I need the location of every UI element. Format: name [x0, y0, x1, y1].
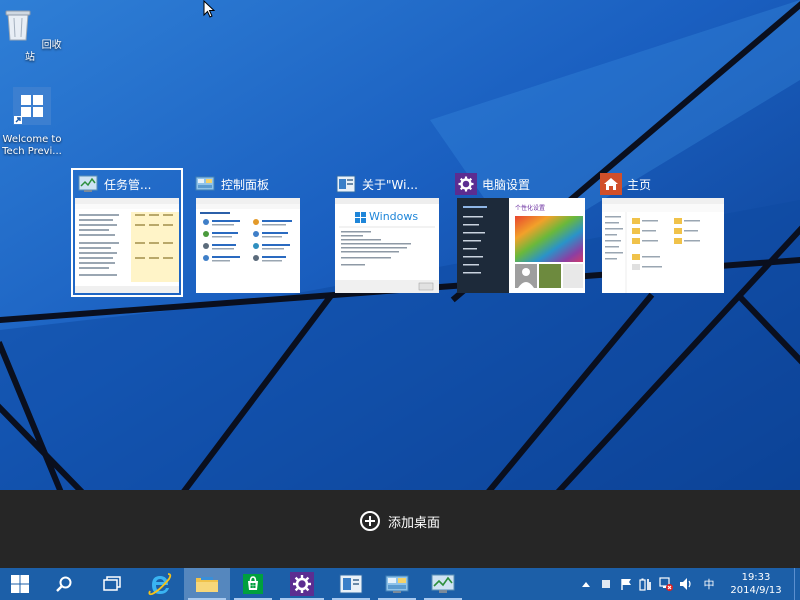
window-title-bar: 控制面板 — [194, 172, 269, 196]
windows-logo-icon — [11, 575, 29, 593]
search-button[interactable] — [40, 568, 88, 600]
taskbar: 中 19:33 2014/9/13 — [0, 568, 800, 600]
winver-button[interactable] — [328, 568, 374, 600]
task-manager-icon — [77, 173, 99, 195]
task-view-icon — [103, 576, 121, 591]
flag-icon — [621, 579, 631, 590]
window-title-bar: 关于"Wi... — [335, 172, 418, 196]
input-method-indicator[interactable]: 中 — [696, 568, 722, 600]
window-title-bar: 主页 — [600, 172, 651, 196]
desktop-icon-welcome[interactable]: Welcome to Tech Previ... — [0, 86, 64, 158]
window-title: 电脑设置 — [482, 177, 531, 192]
chevron-up-icon — [582, 582, 590, 587]
internet-explorer-button[interactable] — [136, 568, 184, 600]
show-desktop-button[interactable] — [794, 568, 800, 600]
gear-icon — [455, 173, 477, 195]
control-panel-icon — [194, 173, 216, 195]
action-center-icon[interactable] — [616, 568, 636, 600]
volume-icon[interactable] — [676, 568, 696, 600]
windows-logo-icon — [13, 87, 51, 125]
winver-icon — [335, 173, 357, 195]
task-manager-button[interactable] — [420, 568, 466, 600]
search-icon — [56, 576, 72, 592]
home-icon — [600, 173, 622, 195]
window-title-bar: 电脑设置 — [455, 172, 530, 196]
window-title: 控制面板 — [221, 177, 270, 192]
task-view-button[interactable] — [88, 568, 136, 600]
recycle-bin-icon — [5, 10, 31, 41]
file-explorer-button[interactable] — [184, 568, 230, 600]
tray-app-icon[interactable] — [596, 568, 616, 600]
square-icon — [602, 580, 610, 588]
store-icon — [243, 574, 263, 594]
window-preview — [75, 198, 179, 293]
virtual-desktop-bar: 添加桌面 — [0, 490, 800, 568]
gear-icon — [290, 572, 314, 596]
plus-icon — [360, 511, 380, 531]
system-tray: 中 19:33 2014/9/13 — [576, 568, 800, 600]
clock-time: 19:33 — [741, 572, 771, 583]
network-error-icon — [659, 577, 673, 591]
add-desktop-label: 添加桌面 — [388, 515, 441, 531]
battery-icon — [639, 578, 651, 591]
folder-icon — [196, 577, 218, 592]
window-title: 关于"Wi... — [362, 177, 418, 192]
task-view-window-about-windows[interactable]: 关于"Wi... Windows — [331, 168, 443, 297]
show-hidden-icons-button[interactable] — [576, 568, 596, 600]
power-icon[interactable] — [636, 568, 656, 600]
network-icon[interactable] — [656, 568, 676, 600]
clock-date: 2014/9/13 — [730, 585, 782, 596]
task-view-window-pc-settings[interactable]: 电脑设置 个性化设置 — [453, 168, 585, 297]
window-preview: 个性化设置 — [457, 198, 585, 293]
desktop-icon-label: Welcome to Tech Previ... — [2, 134, 62, 157]
window-title: 主页 — [627, 177, 652, 192]
add-desktop-button[interactable]: 添加桌面 — [360, 510, 440, 532]
task-view-window-home[interactable]: 主页 — [598, 168, 724, 297]
store-button[interactable] — [230, 568, 276, 600]
window-preview — [602, 198, 724, 293]
task-view-window-task-manager[interactable]: 任务管... — [71, 168, 183, 297]
winver-icon — [339, 574, 363, 594]
settings-heading: 个性化设置 — [515, 205, 546, 212]
pc-settings-button[interactable] — [276, 568, 328, 600]
task-view-window-control-panel[interactable]: 控制面板 — [192, 168, 304, 297]
window-title: 任务管... — [104, 177, 152, 192]
clock[interactable]: 19:33 2014/9/13 — [722, 571, 794, 597]
control-panel-button[interactable] — [374, 568, 420, 600]
window-preview — [196, 198, 300, 293]
desktop-icon-recycle-bin[interactable]: 回收站 — [0, 4, 62, 64]
windows-logo-text: Windows — [369, 210, 419, 223]
start-button[interactable] — [0, 568, 40, 600]
mouse-cursor-icon — [203, 0, 215, 18]
window-preview: Windows — [335, 198, 439, 293]
control-panel-icon — [385, 575, 409, 593]
speaker-icon — [680, 578, 691, 590]
ie-icon — [148, 573, 172, 596]
task-manager-icon — [431, 574, 455, 593]
window-title-bar: 任务管... — [77, 172, 151, 196]
